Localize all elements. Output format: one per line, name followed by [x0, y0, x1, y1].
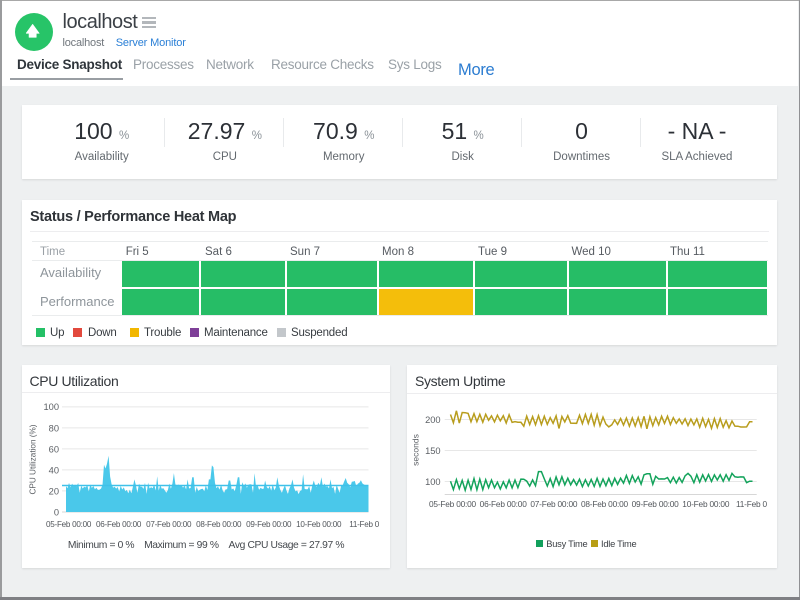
svg-text:20: 20	[49, 486, 59, 496]
svg-text:40: 40	[49, 465, 59, 475]
svg-text:60: 60	[49, 444, 59, 454]
svg-text:CPU Utilization (%): CPU Utilization (%)	[29, 424, 38, 494]
svg-text:200: 200	[425, 415, 441, 425]
svg-text:seconds: seconds	[410, 434, 420, 466]
svg-text:100: 100	[425, 477, 441, 487]
svg-text:150: 150	[425, 446, 441, 456]
svg-text:80: 80	[49, 423, 59, 433]
svg-text:0: 0	[54, 507, 59, 517]
svg-text:100: 100	[43, 402, 59, 412]
